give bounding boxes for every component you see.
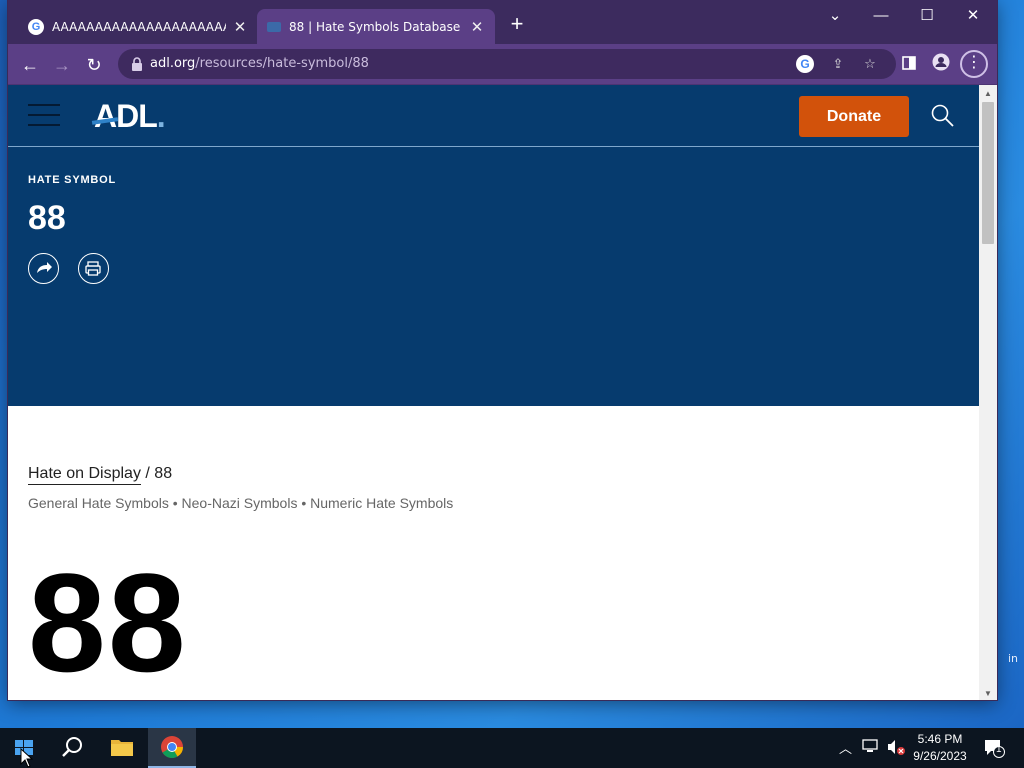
url-text: adl.org/resources/hate-symbol/88 [150, 56, 369, 71]
hamburger-menu-icon[interactable] [28, 104, 60, 128]
adl-logo[interactable]: ADL. [91, 98, 166, 135]
desktop-edge-label: in [1007, 652, 1018, 665]
tab-google[interactable]: G AAAAAAAAAAAAAAAAAAAAAAAAAAAA ✕ [18, 9, 258, 44]
share-icon[interactable]: ⇪ [828, 54, 848, 74]
folder-icon [111, 740, 133, 756]
share-button[interactable] [28, 253, 59, 284]
printer-icon [85, 261, 101, 276]
bookmark-star-icon[interactable]: ☆ [860, 54, 880, 74]
tab-search-chevron-icon[interactable]: ⌄ [812, 2, 858, 30]
hero-banner [8, 147, 979, 406]
search-icon[interactable] [930, 103, 956, 129]
tray-overflow-chevron-icon[interactable]: ︿ [839, 738, 852, 757]
browser-toolbar: ← → ↻ adl.org/resources/hate-symbol/88 G… [8, 44, 997, 85]
back-button[interactable]: ← [17, 52, 43, 78]
reload-button[interactable]: ↻ [81, 52, 107, 78]
minimize-button[interactable]: — [858, 2, 904, 30]
action-center-icon[interactable]: 1 [983, 737, 1005, 762]
mouse-cursor-icon [20, 748, 34, 768]
notification-count: 1 [996, 744, 1002, 755]
symbol-image: 88 [28, 544, 188, 700]
file-explorer-button[interactable] [98, 728, 146, 768]
taskbar-search-button[interactable] [48, 728, 96, 768]
browser-titlebar: G AAAAAAAAAAAAAAAAAAAAAAAAAAAA ✕ 88 | Ha… [8, 0, 997, 44]
browser-window: G AAAAAAAAAAAAAAAAAAAAAAAAAAAA ✕ 88 | Ha… [8, 0, 997, 700]
new-tab-button[interactable]: + [506, 13, 528, 35]
tab-close-icon[interactable]: ✕ [232, 18, 248, 36]
scroll-down-arrow-icon[interactable]: ▼ [983, 689, 993, 698]
tab-title: AAAAAAAAAAAAAAAAAAAAAAAAAAAA [52, 19, 226, 34]
side-panel-icon[interactable] [897, 53, 921, 77]
network-icon[interactable] [862, 738, 880, 757]
tab-adl[interactable]: 88 | Hate Symbols Database | ADL ✕ [257, 9, 495, 44]
breadcrumb: Hate on Display / 88 [28, 465, 173, 485]
address-bar[interactable]: adl.org/resources/hate-symbol/88 G ⇪ ☆ [118, 49, 896, 79]
url-host: adl.org [150, 56, 196, 71]
clock-date: 9/26/2023 [913, 749, 967, 763]
category-tags: General Hate Symbols • Neo-Nazi Symbols … [28, 495, 454, 511]
tab-title: 88 | Hate Symbols Database | ADL [289, 19, 463, 34]
lock-icon [132, 57, 142, 71]
hero-eyebrow: HATE SYMBOL [28, 174, 117, 186]
profile-icon[interactable] [929, 53, 953, 77]
maximize-button[interactable]: ☐ [904, 2, 950, 30]
breadcrumb-separator: / [140, 465, 155, 482]
google-icon: G [28, 18, 44, 35]
volume-muted-icon[interactable] [886, 738, 906, 759]
breadcrumb-link-hate-on-display[interactable]: Hate on Display [28, 465, 141, 485]
chrome-taskbar-button[interactable] [148, 728, 196, 768]
share-arrow-icon [37, 262, 52, 273]
adl-favicon [267, 21, 281, 32]
page-viewport: ADL. Donate HATE SYMBOL 88 Hate on Displ [8, 85, 979, 700]
chrome-icon [161, 736, 183, 758]
breadcrumb-current: 88 [154, 465, 173, 482]
site-header: ADL. Donate [8, 85, 979, 147]
print-button[interactable] [78, 253, 109, 284]
google-lens-icon[interactable]: G [796, 55, 814, 73]
search-icon [62, 737, 82, 757]
page-title: 88 [28, 199, 66, 237]
taskbar: ︿ 5:46 PM 9/26/2023 1 [0, 728, 1024, 768]
close-window-button[interactable]: ✕ [950, 2, 996, 30]
forward-button[interactable]: → [49, 52, 75, 78]
tab-close-icon[interactable]: ✕ [469, 18, 485, 36]
url-path: /resources/hate-symbol/88 [195, 56, 369, 71]
donate-button[interactable]: Donate [799, 96, 909, 137]
system-clock[interactable]: 5:46 PM 9/26/2023 [908, 731, 972, 765]
scrollbar-thumb[interactable] [982, 102, 994, 244]
scroll-up-arrow-icon[interactable]: ▲ [983, 89, 993, 98]
page-scrollbar[interactable]: ▲ ▼ [979, 85, 997, 700]
browser-menu-button[interactable]: ⋮ [960, 50, 988, 78]
clock-time: 5:46 PM [917, 732, 963, 746]
